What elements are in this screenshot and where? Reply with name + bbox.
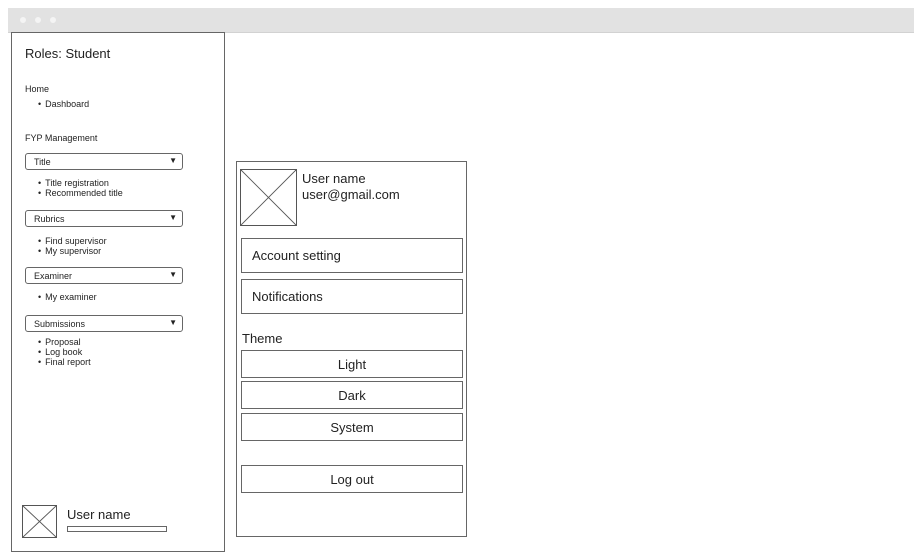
nav-item-recommended-title[interactable]: Recommended title [38,188,123,198]
dropdown-title[interactable]: Title ▼ [25,153,183,170]
nav-item-my-examiner[interactable]: My examiner [38,292,97,302]
nav-item-title-registration[interactable]: Title registration [38,178,123,188]
chevron-down-icon: ▼ [169,213,177,222]
account-avatar-placeholder-icon [240,169,297,226]
section-home-label: Home [25,84,50,94]
nav-item-find-supervisor[interactable]: Find supervisor [38,236,107,246]
chevron-down-icon: ▼ [169,156,177,165]
title-list: Title registration Recommended title [38,178,123,198]
chevron-down-icon: ▼ [169,270,177,279]
nav-item-dashboard[interactable]: Dashboard [38,99,89,109]
rubrics-list: Find supervisor My supervisor [38,236,107,256]
window-titlebar [8,8,914,33]
role-title: Roles: Student [25,46,111,61]
chevron-down-icon: ▼ [169,318,177,327]
theme-system-button[interactable]: System [241,413,463,441]
dropdown-examiner-label: Examiner [34,271,73,281]
window-minimize-dot[interactable] [35,17,41,23]
sidebar-user-subline [67,526,167,532]
nav-item-my-supervisor[interactable]: My supervisor [38,246,107,256]
nav-item-final-report[interactable]: Final report [38,357,91,367]
examiner-list: My examiner [38,292,97,302]
user-avatar-placeholder-icon[interactable] [22,505,57,538]
account-user-name: User name [302,171,366,186]
logout-button[interactable]: Log out [241,465,463,493]
window-close-dot[interactable] [20,17,26,23]
nav-item-proposal[interactable]: Proposal [38,337,91,347]
theme-label: Theme [242,331,283,346]
theme-light-button[interactable]: Light [241,350,463,378]
nav-item-log-book[interactable]: Log book [38,347,91,357]
sidebar-user-name[interactable]: User name [67,507,131,522]
window-maximize-dot[interactable] [50,17,56,23]
dropdown-submissions-label: Submissions [34,319,86,329]
dropdown-rubrics-label: Rubrics [34,214,65,224]
account-panel: User name user@gmail.com Account setting… [236,161,467,537]
theme-dark-button[interactable]: Dark [241,381,463,409]
notifications-button[interactable]: Notifications [241,279,463,314]
dropdown-title-label: Title [34,157,51,167]
account-setting-button[interactable]: Account setting [241,238,463,273]
sidebar: Roles: Student Home Dashboard FYP Manage… [11,32,225,552]
dropdown-submissions[interactable]: Submissions ▼ [25,315,183,332]
submissions-list: Proposal Log book Final report [38,337,91,367]
dropdown-examiner[interactable]: Examiner ▼ [25,267,183,284]
home-list: Dashboard [38,99,89,109]
section-fyp-label: FYP Management [25,133,98,143]
account-email: user@gmail.com [302,187,400,202]
dropdown-rubrics[interactable]: Rubrics ▼ [25,210,183,227]
